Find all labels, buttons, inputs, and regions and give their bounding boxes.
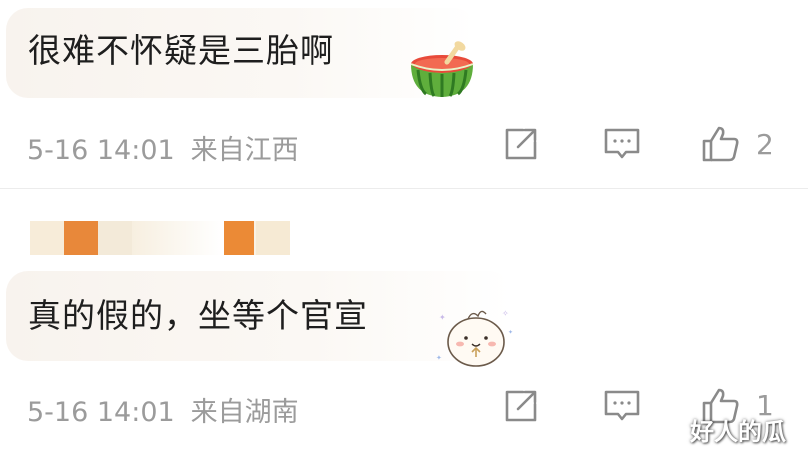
- comment-button[interactable]: [602, 124, 642, 164]
- comment-item: 真的假的，坐等个官宣 ✦ ✧ ✦ ✦ 5-16 14:01 来自湖南 1: [0, 189, 808, 457]
- ip-region: 来自江西: [190, 135, 299, 166]
- thumbs-up-icon: [702, 126, 739, 162]
- comment-button[interactable]: [602, 386, 642, 426]
- comment-icon: [604, 128, 640, 159]
- ip-region: 来自湖南: [190, 397, 299, 428]
- share-icon: [505, 128, 537, 160]
- svg-text:✦: ✦: [439, 313, 446, 322]
- svg-text:✧: ✧: [502, 309, 509, 318]
- masked-username: [30, 221, 300, 255]
- comment-item: 很难不怀疑是三胎啊 5-16 14:01 来自江西 2: [0, 0, 808, 188]
- share-button[interactable]: [501, 386, 541, 426]
- share-icon: [505, 390, 537, 422]
- timestamp: 5-16 14:01: [27, 397, 175, 428]
- svg-text:✦: ✦: [436, 354, 442, 362]
- comment-meta: 5-16 14:01 来自湖南: [27, 390, 299, 429]
- cute-blob-sticker-icon: ✦ ✧ ✦ ✦: [436, 309, 513, 367]
- svg-text:✦: ✦: [508, 329, 513, 336]
- share-button[interactable]: [501, 124, 541, 164]
- watermark-text: 好人的瓜: [690, 418, 786, 446]
- comment-text: 很难不怀疑是三胎啊: [28, 31, 334, 70]
- like-button[interactable]: [700, 124, 740, 164]
- like-count: 2: [756, 128, 774, 161]
- comment-icon: [604, 390, 640, 421]
- comment-text: 真的假的，坐等个官宣: [28, 296, 368, 335]
- timestamp: 5-16 14:01: [27, 135, 175, 166]
- comment-meta: 5-16 14:01 来自江西: [27, 128, 299, 167]
- watermelon-icon: [410, 41, 474, 97]
